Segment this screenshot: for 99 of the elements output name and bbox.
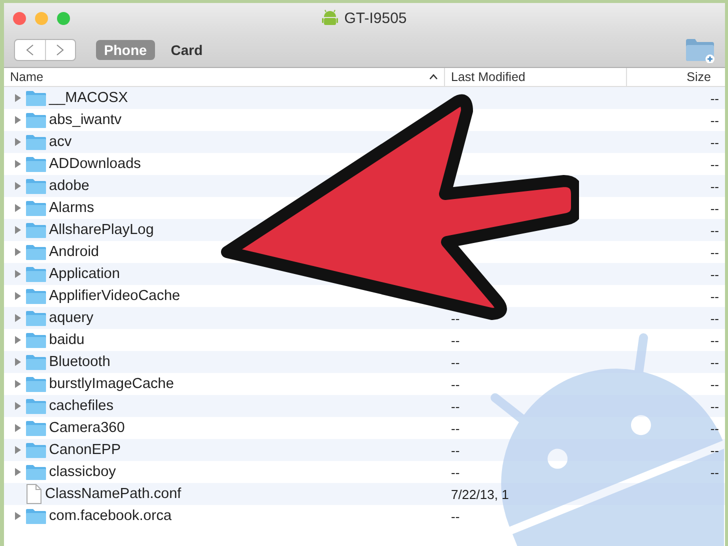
folder-icon [26, 288, 46, 304]
chevron-right-icon [56, 44, 64, 56]
file-size: -- [710, 420, 719, 436]
robot-icon [322, 9, 338, 27]
folder-icon [26, 178, 46, 194]
modified-date: 7/22/13, 1 [451, 486, 509, 502]
file-name[interactable]: com.facebook.orca [49, 508, 172, 524]
file-size: -- [710, 376, 719, 392]
column-header[interactable]: Name [10, 70, 429, 84]
disclosure-triangle-icon[interactable] [13, 225, 23, 235]
modified-date: -- [451, 508, 460, 524]
file-name[interactable]: Android [49, 244, 99, 260]
file-name[interactable]: Bluetooth [49, 354, 110, 370]
file-size: -- [710, 200, 719, 216]
modified-date: -- [451, 354, 460, 370]
document-icon [26, 484, 42, 504]
folder-icon [26, 332, 46, 348]
modified-date: -- [451, 420, 460, 436]
disclosure-triangle-icon[interactable] [13, 291, 23, 301]
disclosure-triangle-icon[interactable] [13, 357, 23, 367]
disclosure-triangle-icon[interactable] [13, 467, 23, 477]
modified-date: -- [451, 310, 460, 326]
file-size: -- [710, 332, 719, 348]
file-name[interactable]: Camera360 [49, 420, 125, 436]
disclosure-triangle-icon[interactable] [13, 445, 23, 455]
folder-icon [26, 376, 46, 392]
file-name[interactable]: ApplifierVideoCache [49, 288, 180, 304]
file-name[interactable]: acv [49, 134, 72, 150]
file-name[interactable]: Application [49, 266, 120, 282]
folder-icon [26, 464, 46, 480]
file-size: -- [710, 288, 719, 304]
storage-tab[interactable]: Card [162, 40, 211, 60]
file-size: -- [710, 244, 719, 260]
file-size: -- [710, 178, 719, 194]
file-name[interactable]: ClassNamePath.conf [45, 486, 182, 502]
file-size: -- [710, 398, 719, 414]
disclosure-triangle-icon[interactable] [13, 335, 23, 345]
file-name[interactable]: ADDownloads [49, 156, 141, 172]
disclosure-triangle-icon[interactable] [13, 115, 23, 125]
new-folder-icon[interactable] [685, 37, 715, 63]
file-name[interactable]: __MACOSX [49, 90, 128, 106]
modified-date: -- [451, 376, 460, 392]
file-size: -- [710, 90, 719, 106]
file-name[interactable]: baidu [49, 332, 84, 348]
modified-date: -- [451, 464, 460, 480]
modified-date: -- [451, 332, 460, 348]
chevron-left-icon [26, 44, 34, 56]
folder-icon [26, 354, 46, 370]
disclosure-triangle-icon[interactable] [13, 159, 23, 169]
disclosure-triangle-icon[interactable] [13, 511, 23, 521]
file-name[interactable]: aquery [49, 310, 94, 326]
folder-icon [26, 222, 46, 238]
folder-icon [26, 310, 46, 326]
column-header[interactable]: Size [686, 70, 711, 84]
folder-icon [26, 156, 46, 172]
close-button[interactable] [13, 12, 26, 24]
file-name[interactable]: adobe [49, 178, 90, 194]
folder-icon [26, 442, 46, 458]
modified-date: -- [451, 442, 460, 458]
file-name[interactable]: burstlyImageCache [49, 376, 174, 392]
file-size: -- [710, 464, 719, 480]
file-size: -- [710, 134, 719, 150]
folder-icon [26, 420, 46, 436]
file-size: -- [710, 266, 719, 282]
folder-icon [26, 508, 46, 524]
modified-date: -- [451, 398, 460, 414]
file-size: -- [710, 442, 719, 458]
file-size: -- [710, 156, 719, 172]
folder-icon [26, 90, 46, 106]
file-size: -- [710, 112, 719, 128]
disclosure-triangle-icon[interactable] [13, 401, 23, 411]
disclosure-triangle-icon[interactable] [13, 203, 23, 213]
file-size: -- [710, 222, 719, 238]
folder-icon [26, 398, 46, 414]
folder-icon [26, 266, 46, 282]
file-name[interactable]: Alarms [49, 200, 94, 216]
disclosure-triangle-icon[interactable] [13, 269, 23, 279]
file-name[interactable]: AllsharePlayLog [49, 222, 154, 238]
folder-icon [26, 134, 46, 150]
disclosure-triangle-icon[interactable] [13, 379, 23, 389]
disclosure-triangle-icon[interactable] [13, 181, 23, 191]
file-size: -- [710, 310, 719, 326]
disclosure-triangle-icon[interactable] [13, 137, 23, 147]
disclosure-triangle-icon[interactable] [13, 247, 23, 257]
zoom-button[interactable] [57, 12, 70, 24]
folder-icon [26, 200, 46, 216]
folder-icon [26, 112, 46, 128]
file-name[interactable]: cachefiles [49, 398, 114, 414]
column-header[interactable]: Last Modified [451, 70, 620, 84]
file-name[interactable]: abs_iwantv [49, 112, 122, 128]
folder-icon [26, 244, 46, 260]
disclosure-triangle-icon[interactable] [13, 93, 23, 103]
file-size: -- [710, 354, 719, 370]
file-name[interactable]: classicboy [49, 464, 116, 480]
disclosure-triangle-icon[interactable] [13, 423, 23, 433]
disclosure-triangle-icon[interactable] [13, 313, 23, 323]
file-name[interactable]: CanonEPP [49, 442, 121, 458]
window-title: GT-I9505 [344, 10, 407, 26]
sort-caret-icon[interactable] [429, 74, 438, 80]
